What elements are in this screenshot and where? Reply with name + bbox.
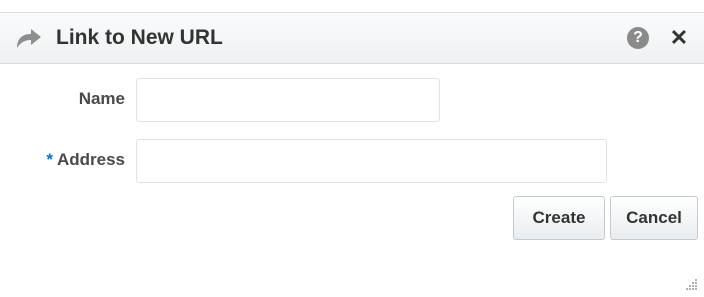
address-label: Address <box>56 150 125 169</box>
address-input[interactable] <box>136 139 607 183</box>
resize-grip-icon[interactable] <box>684 277 698 291</box>
cancel-button[interactable]: Cancel <box>610 196 698 240</box>
dialog-header: Link to New URL ? ✕ <box>0 12 704 64</box>
required-marker: * <box>46 150 53 169</box>
link-to-new-url-dialog: Link to New URL ? ✕ Name * Address Create… <box>0 0 704 297</box>
dialog-title: Link to New URL <box>56 26 223 49</box>
create-button[interactable]: Create <box>513 196 605 240</box>
address-label-row: * Address <box>5 150 125 170</box>
name-label: Name <box>78 89 125 108</box>
close-icon[interactable]: ✕ <box>667 25 691 51</box>
share-arrow-icon <box>14 26 44 50</box>
name-input[interactable] <box>136 78 440 122</box>
help-icon[interactable]: ? <box>627 27 649 49</box>
